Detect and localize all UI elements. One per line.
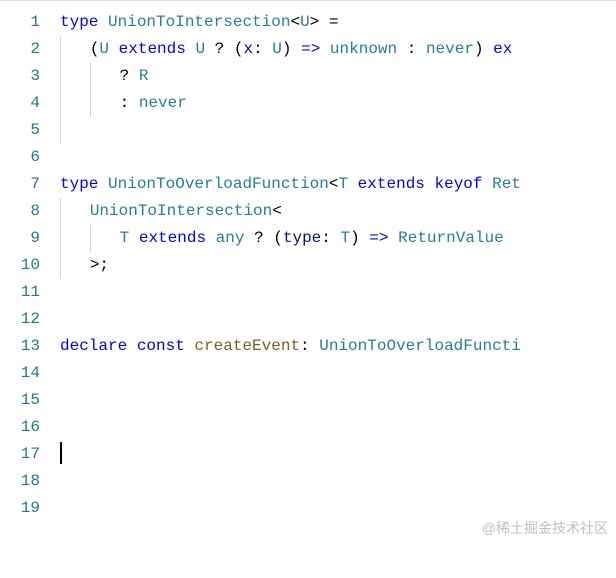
code-line[interactable]: declare const createEvent: UnionToOverlo…: [60, 333, 616, 360]
line-number: 11: [0, 279, 40, 306]
code-content[interactable]: type UnionToIntersection<U> = (U extends…: [60, 9, 616, 578]
line-number: 7: [0, 171, 40, 198]
text-cursor: [60, 442, 62, 464]
line-number: 1: [0, 9, 40, 36]
line-number: 14: [0, 360, 40, 387]
line-number: 4: [0, 90, 40, 117]
code-line[interactable]: >;: [60, 252, 616, 279]
code-line[interactable]: : never: [60, 90, 616, 117]
line-number: 6: [0, 144, 40, 171]
line-number: 12: [0, 306, 40, 333]
line-number: 17: [0, 441, 40, 468]
line-number: 10: [0, 252, 40, 279]
code-line[interactable]: [60, 468, 616, 495]
code-line[interactable]: [60, 441, 616, 468]
line-number: 8: [0, 198, 40, 225]
code-line[interactable]: type UnionToIntersection<U> =: [60, 9, 616, 36]
line-number: 13: [0, 333, 40, 360]
code-line[interactable]: UnionToIntersection<: [60, 198, 616, 225]
line-number: 5: [0, 117, 40, 144]
line-number: 15: [0, 387, 40, 414]
code-line[interactable]: (U extends U ? (x: U) => unknown : never…: [60, 36, 616, 63]
code-line[interactable]: ? R: [60, 63, 616, 90]
code-editor[interactable]: 12345678910111213141516171819 type Union…: [0, 1, 616, 578]
code-line[interactable]: T extends any ? (type: T) => ReturnValue: [60, 225, 616, 252]
line-number: 18: [0, 468, 40, 495]
code-line[interactable]: [60, 414, 616, 441]
line-number: 16: [0, 414, 40, 441]
line-number: 2: [0, 36, 40, 63]
code-line[interactable]: [60, 387, 616, 414]
code-line[interactable]: [60, 144, 616, 171]
code-line[interactable]: [60, 279, 616, 306]
line-number: 3: [0, 63, 40, 90]
code-line[interactable]: [60, 360, 616, 387]
code-line[interactable]: [60, 117, 616, 144]
watermark-text: @稀土掘金技术社区: [482, 518, 608, 538]
line-number: 9: [0, 225, 40, 252]
line-number-gutter: 12345678910111213141516171819: [0, 9, 60, 578]
code-line[interactable]: [60, 306, 616, 333]
code-line[interactable]: type UnionToOverloadFunction<T extends k…: [60, 171, 616, 198]
line-number: 19: [0, 495, 40, 522]
